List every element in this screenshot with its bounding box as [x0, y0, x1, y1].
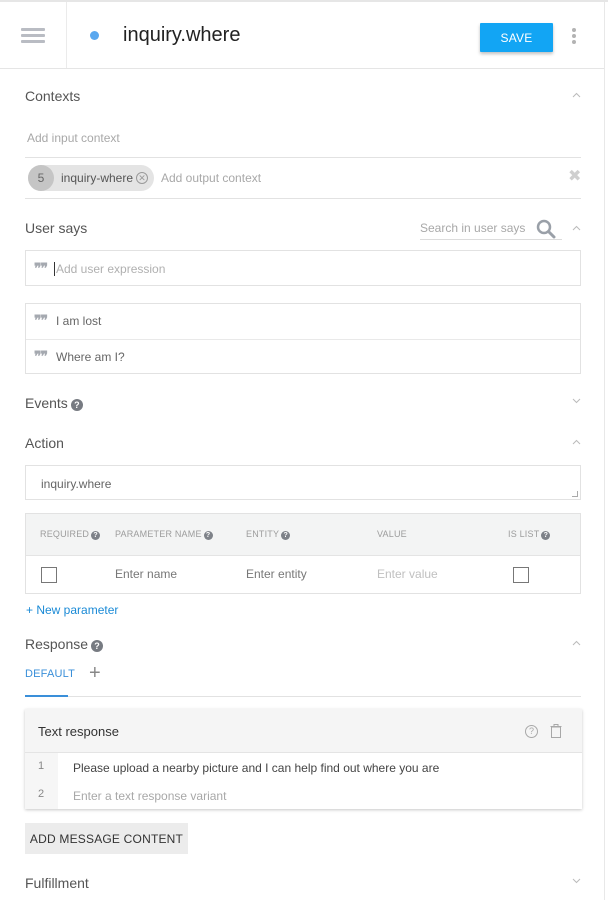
search-icon[interactable] — [536, 219, 556, 239]
quote-icon: ❞❞ — [34, 349, 48, 365]
events-title[interactable]: Events? — [25, 395, 83, 411]
context-lifespan[interactable]: 5 — [28, 165, 54, 191]
input-context-placeholder: Add input context — [27, 131, 120, 145]
help-icon[interactable]: ? — [281, 531, 291, 540]
add-message-content-button[interactable]: ADD MESSAGE CONTENT — [25, 823, 188, 854]
list-item[interactable]: ❞❞ I am lost — [26, 304, 580, 339]
output-context-field[interactable]: 5 inquiry-where ✕ Add output context ✖ — [25, 159, 581, 199]
context-chip[interactable]: 5 inquiry-where ✕ — [28, 165, 154, 191]
value-input[interactable]: Enter value — [377, 567, 438, 581]
column-header-is-list: IS LIST? — [508, 529, 551, 540]
input-context-field[interactable]: Add input context — [25, 120, 581, 158]
column-header-parameter-name: PARAMETER NAME? — [115, 529, 213, 540]
help-icon[interactable]: ? — [203, 531, 213, 540]
user-says-title: User says — [25, 220, 88, 236]
chevron-down-icon[interactable] — [571, 875, 582, 886]
add-tab-icon[interactable]: + — [89, 662, 101, 685]
right-divider — [604, 2, 605, 900]
column-header-required: REQUIRED? — [40, 529, 101, 540]
entity-input[interactable]: Enter entity — [246, 567, 307, 581]
trash-icon[interactable] — [550, 724, 562, 738]
search-placeholder: Search in user says — [420, 221, 526, 235]
remove-chip-icon[interactable]: ✕ — [136, 172, 148, 184]
column-header-value: VALUE — [377, 529, 407, 539]
fulfillment-title: Fulfillment — [25, 875, 89, 891]
table-row: Enter name Enter entity Enter value — [26, 556, 580, 593]
user-says-search-input[interactable]: Search in user says — [420, 218, 562, 240]
text-response-row[interactable]: 2 Enter a text response variant — [25, 781, 582, 809]
output-context-placeholder: Add output context — [161, 171, 262, 185]
help-icon[interactable]: ? — [91, 531, 101, 540]
clear-contexts-icon[interactable]: ✖ — [568, 169, 581, 185]
intent-editor-page: inquiry.where SAVE Contexts Add input co… — [0, 0, 608, 900]
chevron-up-icon[interactable] — [571, 638, 582, 649]
new-parameter-link[interactable]: + New parameter — [26, 603, 118, 617]
list-item[interactable]: ❞❞ Where am I? — [26, 339, 580, 374]
parameter-name-input[interactable]: Enter name — [115, 567, 177, 581]
text-response-variant-input[interactable]: Enter a text response variant — [73, 789, 226, 803]
menu-button[interactable] — [0, 2, 67, 68]
status-dot-icon — [90, 31, 99, 40]
user-expression-placeholder: Add user expression — [56, 262, 166, 276]
parameters-table: REQUIRED? PARAMETER NAME? ENTITY? VALUE … — [25, 513, 581, 594]
resize-handle-icon[interactable] — [572, 491, 578, 497]
intent-title: inquiry.where — [123, 24, 241, 46]
is-list-checkbox[interactable] — [513, 567, 529, 583]
more-vert-icon[interactable] — [570, 28, 578, 44]
text-response-rows: 1 Please upload a nearby picture and I c… — [25, 753, 582, 809]
help-icon[interactable]: ? — [91, 640, 104, 652]
active-tab-indicator — [25, 695, 68, 697]
hamburger-icon-bar — [21, 34, 45, 37]
response-title: Response? — [25, 636, 104, 652]
response-title-label: Response — [25, 636, 89, 652]
action-title: Action — [25, 435, 64, 451]
hamburger-icon-bar — [21, 40, 45, 43]
text-response-header: Text response ? — [25, 709, 582, 753]
contexts-title: Contexts — [25, 88, 81, 104]
text-response-card: Text response ? 1 Please upload a nearby… — [25, 709, 582, 809]
chevron-down-icon[interactable] — [571, 395, 582, 406]
text-response-title: Text response — [38, 724, 119, 739]
help-icon[interactable]: ? — [541, 531, 551, 540]
text-response-value[interactable]: Please upload a nearby picture and I can… — [73, 761, 439, 775]
add-user-expression-input[interactable]: ❞❞ Add user expression — [25, 250, 581, 286]
save-button[interactable]: SAVE — [480, 23, 553, 52]
quote-icon: ❞❞ — [34, 313, 48, 329]
user-expression-list: ❞❞ I am lost ❞❞ Where am I? — [25, 303, 581, 374]
hamburger-icon — [21, 28, 45, 31]
response-tabs: DEFAULT + — [25, 662, 581, 697]
header-bar: inquiry.where SAVE — [0, 2, 604, 69]
required-checkbox[interactable] — [41, 567, 57, 583]
action-name-input[interactable]: inquiry.where — [25, 465, 581, 500]
chevron-up-icon[interactable] — [571, 437, 582, 448]
parameters-table-header: REQUIRED? PARAMETER NAME? ENTITY? VALUE … — [26, 514, 580, 556]
events-title-label: Events — [25, 395, 68, 411]
quote-icon: ❞❞ — [34, 261, 48, 277]
context-chip-label: inquiry-where — [61, 171, 134, 185]
column-header-entity: ENTITY? — [246, 529, 291, 540]
text-caret — [54, 262, 55, 276]
chevron-up-icon[interactable] — [571, 90, 582, 101]
chevron-up-icon[interactable] — [571, 223, 582, 234]
action-name-value: inquiry.where — [41, 477, 112, 491]
help-icon[interactable]: ? — [525, 725, 538, 738]
text-response-row[interactable]: 1 Please upload a nearby picture and I c… — [25, 753, 582, 781]
tab-default[interactable]: DEFAULT — [25, 668, 75, 680]
user-expression-text[interactable]: Where am I? — [56, 350, 125, 364]
row-number: 1 — [38, 760, 45, 772]
user-expression-text[interactable]: I am lost — [56, 314, 101, 328]
help-icon[interactable]: ? — [70, 399, 83, 411]
row-number: 2 — [38, 788, 45, 800]
